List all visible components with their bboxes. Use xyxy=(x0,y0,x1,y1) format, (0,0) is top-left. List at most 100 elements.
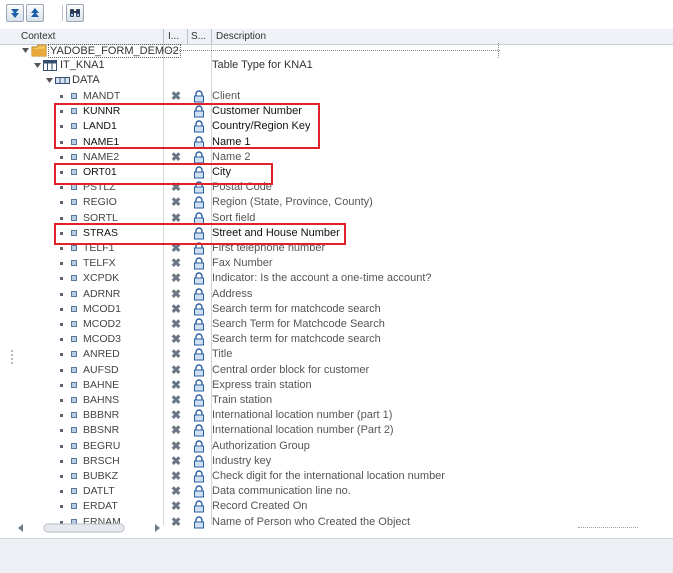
delete-icon[interactable]: ✖ xyxy=(171,288,181,301)
delete-icon[interactable]: ✖ xyxy=(171,257,181,270)
delete-icon[interactable]: ✖ xyxy=(171,364,181,377)
field-row[interactable]: DATLT ✖ Data communication line no. xyxy=(0,484,673,499)
lock-icon[interactable] xyxy=(193,196,205,209)
lock-icon[interactable] xyxy=(193,120,205,133)
field-row[interactable]: BAHNE ✖ Express train station xyxy=(0,378,673,393)
field-row[interactable]: BBSNR ✖ International location number (Par… xyxy=(0,423,673,438)
lock-icon[interactable] xyxy=(193,379,205,392)
delete-icon[interactable]: ✖ xyxy=(171,440,181,453)
field-row[interactable]: XCPDK ✖ Indicator: Is the account a one-ti… xyxy=(0,271,673,286)
field-row[interactable]: SORTL ✖ Sort field xyxy=(0,211,673,226)
field-row[interactable]: TELF1 ✖ First telephone number xyxy=(0,241,673,256)
field-row[interactable]: REGIO ✖ Region (State, Province, County) xyxy=(0,195,673,210)
lock-icon[interactable] xyxy=(193,394,205,407)
tree-node-data[interactable]: DATA xyxy=(0,73,673,88)
tree-bullet xyxy=(60,353,63,356)
expand-triangle-icon[interactable] xyxy=(22,47,30,55)
delete-icon[interactable]: ✖ xyxy=(171,303,181,316)
lock-icon[interactable] xyxy=(193,136,205,149)
lock-icon[interactable] xyxy=(193,212,205,225)
delete-icon[interactable]: ✖ xyxy=(171,516,181,529)
delete-icon[interactable]: ✖ xyxy=(171,424,181,437)
lock-icon[interactable] xyxy=(193,257,205,270)
lock-icon[interactable] xyxy=(193,105,205,118)
delete-icon[interactable]: ✖ xyxy=(171,485,181,498)
lock-icon[interactable] xyxy=(193,348,205,361)
field-row[interactable]: BAHNS ✖ Train station xyxy=(0,393,673,408)
lock-icon[interactable] xyxy=(193,409,205,422)
tree-node-table[interactable]: IT_KNA1 Table Type for KNA1 xyxy=(0,58,673,73)
field-row[interactable]: PSTLZ ✖ Postal Code xyxy=(0,180,673,195)
delete-icon[interactable]: ✖ xyxy=(171,394,181,407)
lock-icon[interactable] xyxy=(193,470,205,483)
delete-icon[interactable]: ✖ xyxy=(171,500,181,513)
field-row[interactable]: KUNNR Customer Number xyxy=(0,104,673,119)
delete-icon[interactable]: ✖ xyxy=(171,318,181,331)
delete-icon[interactable]: ✖ xyxy=(171,181,181,194)
expand-triangle-icon[interactable] xyxy=(34,62,42,70)
field-row[interactable]: AUFSD ✖ Central order block for customer xyxy=(0,363,673,378)
delete-icon[interactable]: ✖ xyxy=(171,409,181,422)
lock-icon[interactable] xyxy=(193,440,205,453)
lock-icon[interactable] xyxy=(193,181,205,194)
lock-icon[interactable] xyxy=(193,272,205,285)
field-row[interactable]: BBBNR ✖ International location number (par… xyxy=(0,408,673,423)
delete-icon[interactable]: ✖ xyxy=(171,348,181,361)
delete-icon[interactable]: ✖ xyxy=(171,455,181,468)
delete-icon[interactable]: ✖ xyxy=(171,272,181,285)
delete-icon[interactable]: ✖ xyxy=(171,151,181,164)
expand-all-button[interactable] xyxy=(6,4,24,22)
field-row[interactable]: BRSCH ✖ Industry key xyxy=(0,454,673,469)
lock-icon[interactable] xyxy=(193,303,205,316)
delete-icon[interactable]: ✖ xyxy=(171,470,181,483)
tree-bullet xyxy=(60,156,63,159)
lock-icon[interactable] xyxy=(193,227,205,240)
field-row[interactable]: TELFX ✖ Fax Number xyxy=(0,256,673,271)
lock-icon[interactable] xyxy=(193,151,205,164)
lock-icon[interactable] xyxy=(193,364,205,377)
collapse-all-button[interactable] xyxy=(26,4,44,22)
field-row[interactable]: ERDAT ✖ Record Created On xyxy=(0,499,673,514)
expand-triangle-icon[interactable] xyxy=(46,77,54,85)
lock-icon[interactable] xyxy=(193,90,205,103)
lock-icon[interactable] xyxy=(193,318,205,331)
lock-icon[interactable] xyxy=(193,500,205,513)
delete-icon[interactable]: ✖ xyxy=(171,212,181,225)
splitter-handle[interactable] xyxy=(9,348,15,366)
field-row[interactable]: MCOD1 ✖ Search term for matchcode search xyxy=(0,302,673,317)
column-i[interactable]: I... xyxy=(168,30,186,43)
delete-icon[interactable]: ✖ xyxy=(171,379,181,392)
lock-icon[interactable] xyxy=(193,166,205,179)
field-row[interactable]: MCOD2 ✖ Search Term for Matchcode Search xyxy=(0,317,673,332)
field-row[interactable]: LAND1 Country/Region Key xyxy=(0,119,673,134)
delete-icon[interactable]: ✖ xyxy=(171,242,181,255)
find-button[interactable] xyxy=(66,4,84,22)
lock-icon[interactable] xyxy=(193,516,205,529)
lock-icon[interactable] xyxy=(193,485,205,498)
lock-icon[interactable] xyxy=(193,242,205,255)
field-name: TELFX xyxy=(83,257,116,269)
field-row[interactable]: MANDT ✖ Client xyxy=(0,89,673,104)
lock-icon[interactable] xyxy=(193,333,205,346)
lock-icon[interactable] xyxy=(193,288,205,301)
field-row[interactable]: BUBKZ ✖ Check digit for the international … xyxy=(0,469,673,484)
field-row[interactable]: BEGRU ✖ Authorization Group xyxy=(0,439,673,454)
horizontal-scrollbar[interactable] xyxy=(14,521,164,535)
delete-icon[interactable]: ✖ xyxy=(171,196,181,209)
field-row[interactable]: ORT01 City xyxy=(0,165,673,180)
tree-node-root[interactable]: YADOBE_FORM_DEMO2 xyxy=(0,43,673,58)
field-row[interactable]: NAME2 ✖ Name 2 xyxy=(0,150,673,165)
field-row[interactable]: NAME1 Name 1 xyxy=(0,135,673,150)
field-row[interactable]: ANRED ✖ Title xyxy=(0,347,673,362)
field-row[interactable]: MCOD3 ✖ Search term for matchcode search xyxy=(0,332,673,347)
lock-icon[interactable] xyxy=(193,455,205,468)
field-row[interactable]: ADRNR ✖ Address xyxy=(0,287,673,302)
column-context[interactable]: Context xyxy=(21,30,161,43)
column-s[interactable]: S... xyxy=(191,30,209,43)
column-description[interactable]: Description xyxy=(216,30,416,43)
delete-icon[interactable]: ✖ xyxy=(171,90,181,103)
field-name: MANDT xyxy=(83,90,121,102)
field-row[interactable]: STRAS Street and House Number xyxy=(0,226,673,241)
delete-icon[interactable]: ✖ xyxy=(171,333,181,346)
lock-icon[interactable] xyxy=(193,424,205,437)
